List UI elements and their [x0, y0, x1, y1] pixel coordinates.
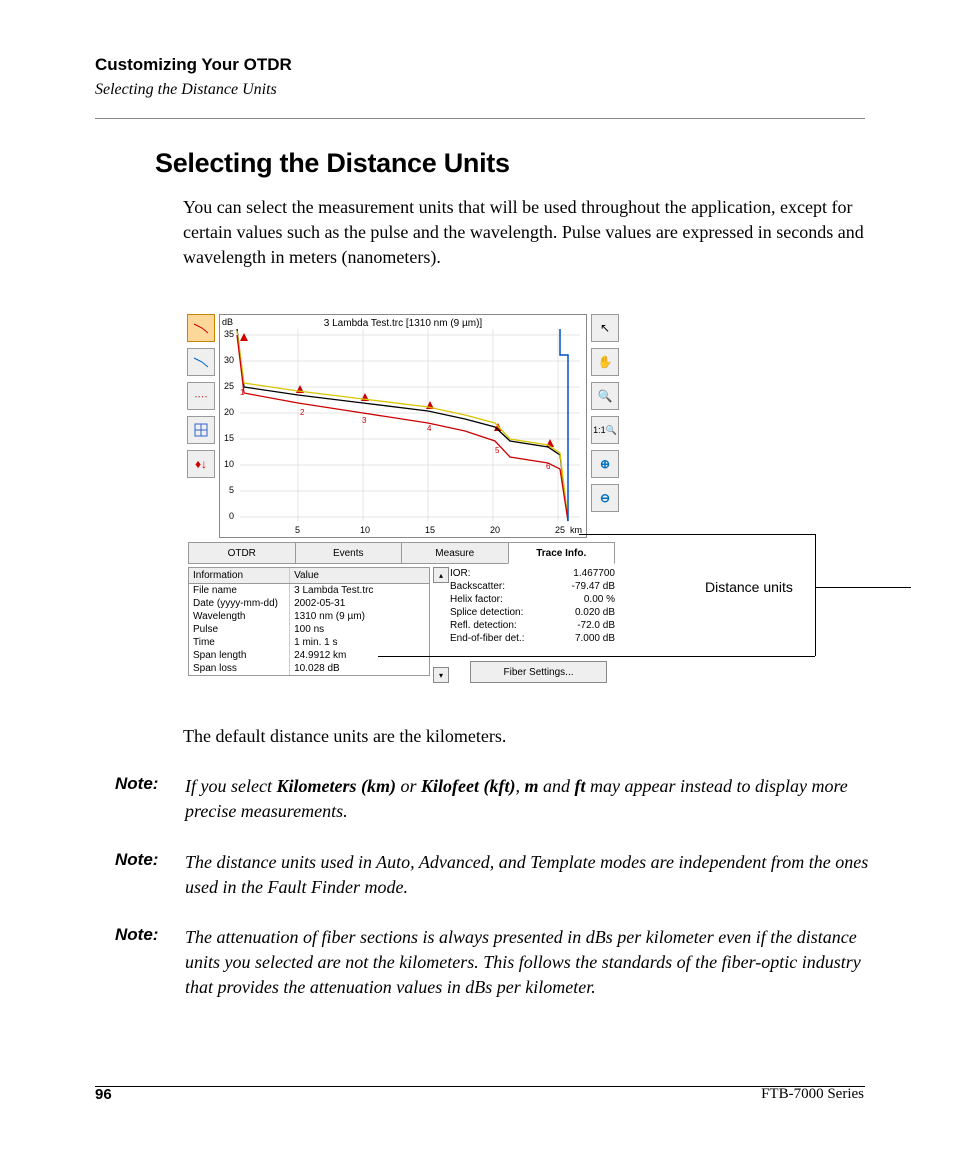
list-item: Backscatter:-79.47 dB	[450, 580, 615, 593]
screenshot-figure: ∙∙∙∙ ♦↓ 3 Lambda Test.trc [1310 nm (9 µm…	[183, 310, 863, 688]
list-item: End-of-fiber det.:7.000 dB	[450, 632, 615, 645]
trace-lines: 1 2 3 4 5 6	[220, 315, 586, 537]
callout-line	[815, 534, 816, 656]
scroll-down-icon[interactable]: ▾	[433, 667, 449, 683]
page-number: 96	[95, 1086, 112, 1103]
fiber-settings-button[interactable]: Fiber Settings...	[470, 661, 607, 683]
note-body: The attenuation of fiber sections is alw…	[185, 925, 870, 1000]
note-label: Note:	[115, 774, 185, 824]
dots-icon[interactable]: ∙∙∙∙	[187, 382, 215, 410]
svg-text:4: 4	[427, 424, 432, 433]
note-body: The distance units used in Auto, Advance…	[185, 850, 870, 900]
list-item: Refl. detection:-72.0 dB	[450, 619, 615, 632]
footer-rule	[95, 1086, 865, 1087]
svg-text:5: 5	[495, 446, 500, 455]
left-toolbar: ∙∙∙∙ ♦↓	[187, 314, 215, 484]
callout-line	[815, 587, 911, 588]
table-row: Span loss10.028 dB	[189, 662, 429, 675]
table-row: Wavelength1310 nm (9 µm)	[189, 610, 429, 623]
trace-b-icon[interactable]	[187, 348, 215, 376]
header-rule	[95, 118, 865, 119]
right-toolbar: ↖ ✋ 🔍 1:1🔍 ⊕ ⊖	[591, 314, 619, 518]
zoom-area-icon[interactable]: 🔍	[591, 382, 619, 410]
chapter-title: Customizing Your OTDR	[95, 55, 865, 75]
svg-text:3: 3	[362, 416, 367, 425]
note-3: Note: The attenuation of fiber sections …	[115, 925, 870, 1000]
marker-icon[interactable]: ♦↓	[187, 450, 215, 478]
zoom-out-icon[interactable]: ⊖	[591, 484, 619, 512]
callout-distance-units: Distance units	[705, 579, 793, 595]
info-table: Information Value File name3 Lambda Test…	[188, 567, 430, 676]
zoom-in-icon[interactable]: ⊕	[591, 450, 619, 478]
svg-text:2: 2	[300, 408, 305, 417]
trace-plot[interactable]: 3 Lambda Test.trc [1310 nm (9 µm)] dB 35…	[219, 314, 587, 538]
list-item: Splice detection:0.020 dB	[450, 606, 615, 619]
callout-line	[378, 656, 815, 657]
callout-line	[579, 534, 815, 535]
note-body: If you select Kilometers (km) or Kilofee…	[185, 774, 870, 824]
pointer-icon[interactable]: ↖	[591, 314, 619, 342]
tab-row: OTDR Events Measure Trace Info.	[188, 542, 614, 564]
trace-a-icon[interactable]	[187, 314, 215, 342]
table-row: File name3 Lambda Test.trc	[189, 584, 429, 597]
tab-trace-info[interactable]: Trace Info.	[508, 542, 616, 564]
tab-events[interactable]: Events	[295, 542, 403, 564]
table-row: Date (yyyy-mm-dd)2002-05-31	[189, 597, 429, 610]
series-label: FTB-7000 Series	[761, 1086, 864, 1103]
list-item: Helix factor:0.00 %	[450, 593, 615, 606]
intro-paragraph: You can select the measurement units tha…	[183, 195, 867, 270]
info-col-header: Information	[189, 568, 290, 583]
zoom-fit-icon[interactable]: 1:1🔍	[591, 416, 619, 444]
trace-info-panel: Information Value File name3 Lambda Test…	[188, 566, 614, 687]
hand-icon[interactable]: ✋	[591, 348, 619, 376]
tab-otdr[interactable]: OTDR	[188, 542, 296, 564]
grid-icon[interactable]	[187, 416, 215, 444]
note-2: Note: The distance units used in Auto, A…	[115, 850, 870, 900]
otdr-app-window: ∙∙∙∙ ♦↓ 3 Lambda Test.trc [1310 nm (9 µm…	[183, 310, 624, 688]
note-1: Note: If you select Kilometers (km) or K…	[115, 774, 870, 824]
settings-list: IOR:1.467700 Backscatter:-79.47 dB Helix…	[450, 567, 615, 645]
scroll-up-icon[interactable]: ▴	[433, 567, 449, 583]
table-row: Time1 min. 1 s	[189, 636, 429, 649]
note-label: Note:	[115, 925, 185, 1000]
value-col-header: Value	[290, 568, 429, 583]
list-item: IOR:1.467700	[450, 567, 615, 580]
page-heading: Selecting the Distance Units	[155, 148, 510, 179]
default-units-paragraph: The default distance units are the kilom…	[183, 724, 863, 749]
tab-measure[interactable]: Measure	[401, 542, 509, 564]
table-row: Pulse100 ns	[189, 623, 429, 636]
section-subhead: Selecting the Distance Units	[95, 81, 865, 99]
note-label: Note:	[115, 850, 185, 900]
